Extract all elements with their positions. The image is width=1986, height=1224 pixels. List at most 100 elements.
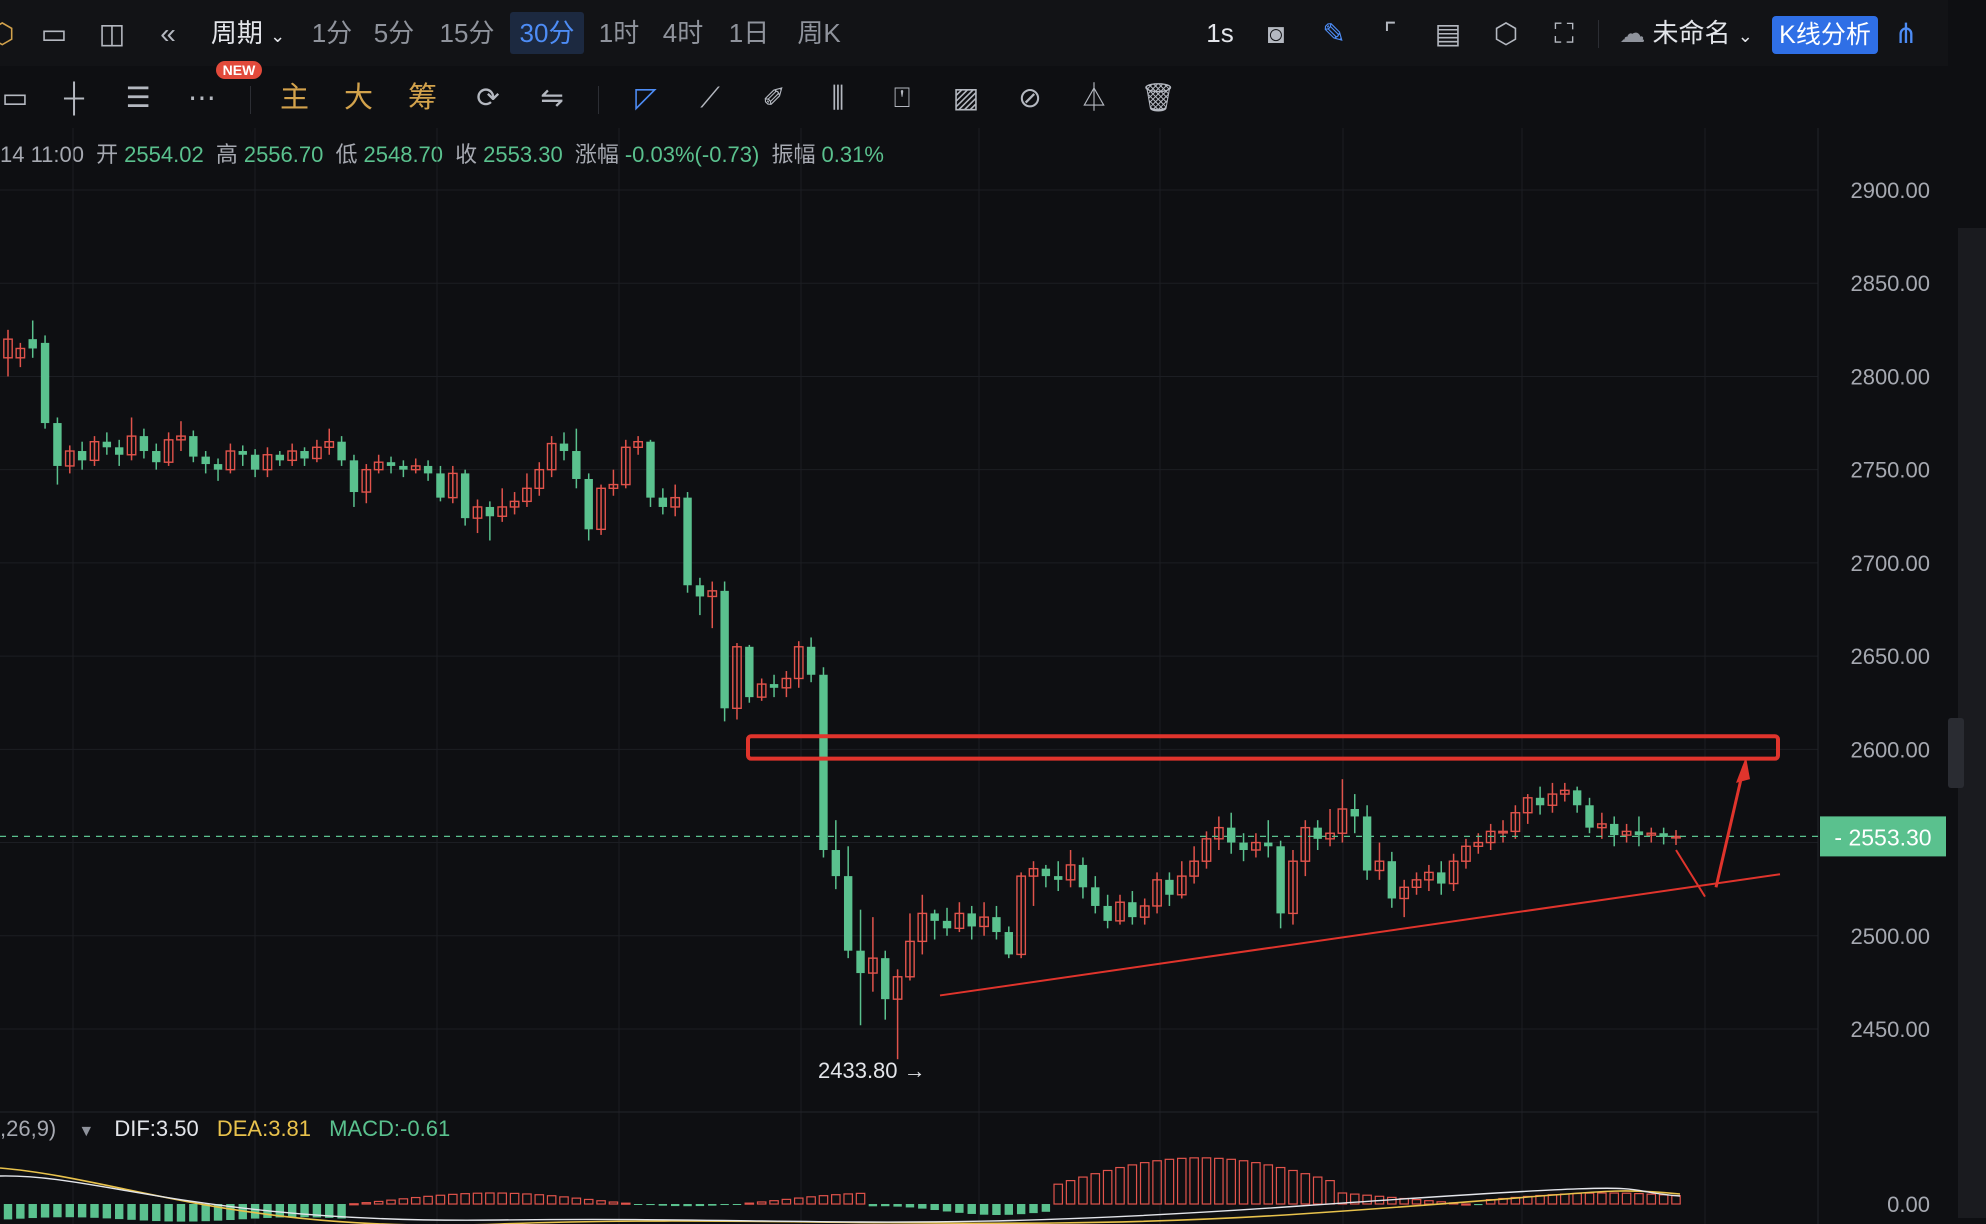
candle-body[interactable] [213, 464, 223, 470]
candle-body[interactable] [485, 506, 495, 517]
resistance-zone[interactable] [746, 734, 1780, 761]
pencil-icon[interactable]: ✎ [1314, 14, 1354, 54]
candle-body[interactable] [1103, 905, 1112, 921]
candle-body[interactable] [1264, 842, 1273, 847]
big-order-button[interactable]: 大 [344, 80, 373, 116]
interval-tab[interactable]: 周K [790, 12, 848, 54]
candle-body[interactable] [1078, 864, 1088, 888]
candle-body[interactable] [399, 465, 408, 470]
candle-body[interactable] [745, 646, 754, 698]
compare-icon[interactable]: ⇋ [532, 78, 572, 118]
candle-body[interactable] [436, 473, 445, 498]
candle-body[interactable] [423, 465, 433, 474]
candle-body[interactable] [856, 950, 865, 974]
candle-body[interactable] [1585, 805, 1594, 828]
candle-body[interactable] [1634, 831, 1644, 836]
draw-tool-icon[interactable]: ◸ [626, 78, 666, 118]
candle-body[interactable] [1091, 887, 1100, 906]
candle-body[interactable] [250, 454, 260, 470]
brush-icon[interactable]: ✐ [754, 78, 794, 118]
interval-tab[interactable]: 15分 [438, 12, 496, 54]
candle-body[interactable] [992, 917, 1001, 933]
candle-pattern-icon[interactable]: ⫼ [818, 78, 858, 118]
candle-body[interactable] [1535, 797, 1545, 806]
candle-body[interactable] [930, 913, 939, 921]
candle-body[interactable] [720, 590, 729, 709]
candle-body[interactable] [1165, 879, 1174, 895]
candle-body[interactable] [1054, 876, 1063, 880]
candle-body[interactable] [1572, 790, 1582, 806]
candle-body[interactable] [238, 451, 247, 455]
candle-body[interactable] [1239, 842, 1248, 851]
share-icon[interactable]: ⋔ [1886, 14, 1926, 54]
horizontal-line-icon[interactable]: ┼ [54, 78, 94, 118]
filter-icon[interactable]: ⏃ [1074, 78, 1114, 118]
candle-body[interactable] [201, 456, 210, 465]
coin-icon[interactable]: ⬡ [0, 14, 14, 54]
candle-body[interactable] [337, 441, 346, 461]
chips-button[interactable]: 筹 [408, 80, 437, 116]
replay-icon[interactable]: ⟳ [468, 78, 508, 118]
candle-body[interactable] [1610, 823, 1619, 836]
candle-body[interactable] [386, 462, 396, 466]
candle-body[interactable] [559, 443, 569, 452]
speed-selector[interactable]: 1s [1200, 12, 1240, 54]
candle-body[interactable] [1350, 808, 1359, 817]
lock-icon[interactable]: ⍞ [882, 78, 922, 118]
interval-tab[interactable]: 30分 [510, 12, 584, 54]
candle-body[interactable] [584, 478, 593, 530]
candle-body[interactable] [658, 497, 668, 507]
candle-body[interactable] [831, 850, 841, 877]
candle-body[interactable] [881, 958, 890, 1000]
candle-body[interactable] [695, 585, 705, 597]
candle-body[interactable] [1313, 827, 1322, 839]
chevron-down-icon[interactable]: ▼ [78, 1123, 94, 1140]
interval-tab[interactable]: 5分 [372, 12, 416, 54]
layout-icon[interactable]: ◫ [92, 14, 132, 54]
candle-body[interactable] [1128, 902, 1137, 918]
candle-body[interactable] [28, 339, 37, 349]
camera-icon[interactable]: ◙ [1256, 14, 1296, 54]
ruler-icon[interactable]: ⟋ [690, 78, 730, 118]
candle-body[interactable] [300, 451, 309, 459]
main-indicator-button[interactable]: 主 [280, 80, 309, 116]
candle-body[interactable] [1004, 932, 1014, 955]
candle-body[interactable] [806, 646, 816, 675]
candle-body[interactable] [152, 451, 161, 463]
candle-body[interactable] [683, 497, 692, 586]
rewind-icon[interactable]: « [148, 14, 188, 54]
collapse-handle[interactable] [1948, 718, 1964, 788]
k-analysis-button[interactable]: K线分析 [1772, 16, 1878, 54]
candle-body[interactable] [53, 423, 62, 466]
candle-body[interactable] [40, 342, 50, 424]
candle-body[interactable] [460, 473, 470, 519]
rectangle-tool-icon[interactable]: ▭ [0, 78, 30, 118]
magnet-icon[interactable]: ⊘ [1010, 78, 1050, 118]
candle-body[interactable] [819, 674, 828, 851]
candle-body[interactable] [967, 913, 976, 927]
candlestick-chart[interactable]: 2900.00 2850.00 2800.00 2750.00 2700.00 2650.… [0, 128, 1986, 1224]
trend-line[interactable] [939, 873, 1781, 997]
candle-body[interactable] [139, 436, 149, 452]
candle-body[interactable] [1276, 846, 1285, 914]
candle-body[interactable] [769, 684, 779, 688]
note-icon[interactable]: ▨ [946, 78, 986, 118]
crop-icon[interactable]: ⌜ [1370, 14, 1410, 54]
candle-body[interactable] [646, 441, 655, 498]
candle-body[interactable] [942, 920, 952, 929]
interval-tab[interactable]: 4时 [660, 12, 706, 54]
period-dropdown[interactable]: 周期 ⌄ [206, 12, 290, 54]
interval-tab[interactable]: 1时 [596, 12, 642, 54]
candle-body[interactable] [1387, 861, 1397, 899]
candle-body[interactable] [349, 460, 359, 493]
candle-body[interactable] [1226, 827, 1236, 843]
candle-body[interactable] [102, 441, 112, 448]
trash-icon[interactable]: 🗑 [1138, 78, 1178, 118]
fullscreen-icon[interactable]: ⛶ [1544, 14, 1584, 54]
calendar-icon[interactable]: ▭ [34, 14, 74, 54]
candle-body[interactable] [572, 451, 581, 479]
candle-body[interactable] [843, 876, 853, 951]
candle-body[interactable] [114, 447, 124, 455]
candle-body[interactable] [1041, 868, 1051, 877]
interval-tab[interactable]: 1日 [726, 12, 772, 54]
